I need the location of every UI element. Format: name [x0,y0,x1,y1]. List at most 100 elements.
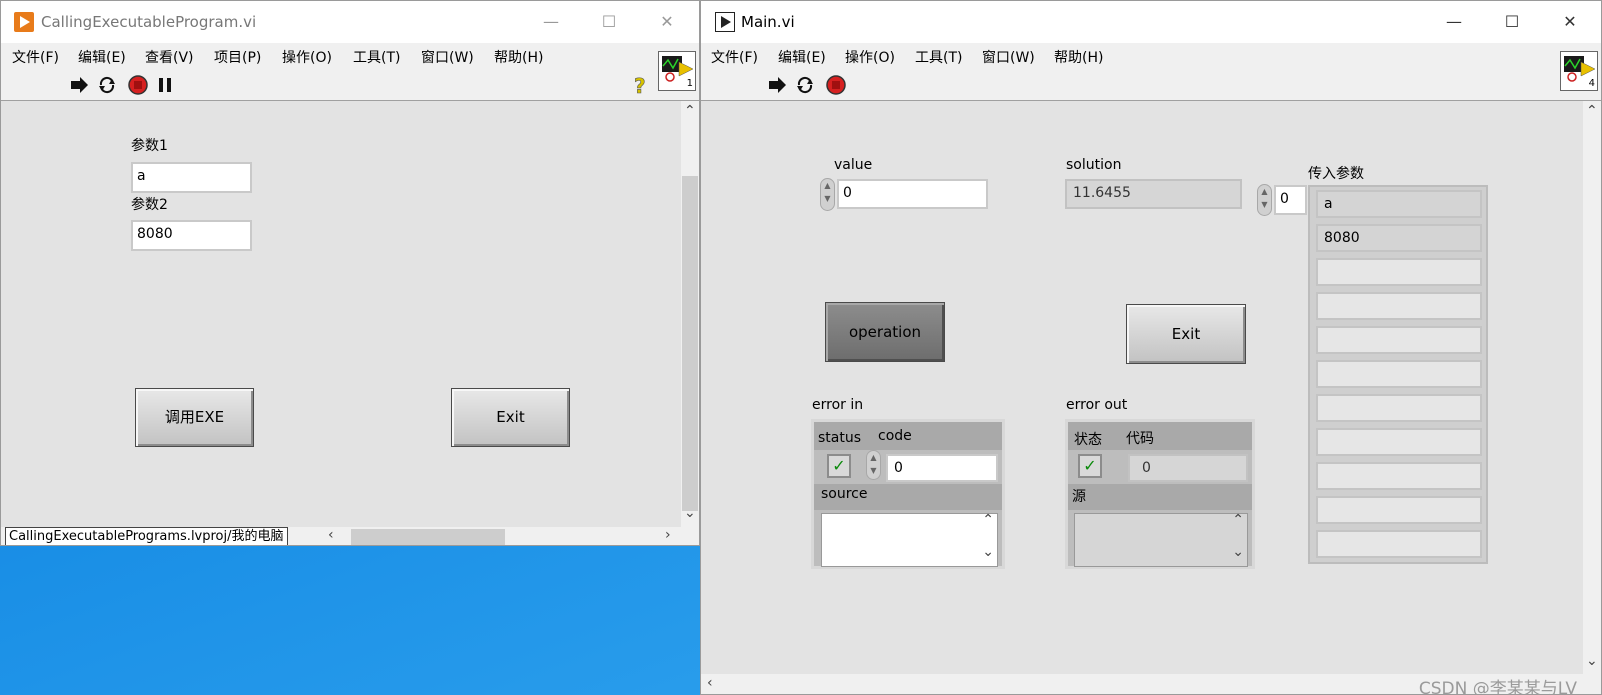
menu-help[interactable]: 帮助(H) [1054,47,1103,67]
error-in-label: error in [812,397,864,413]
array-element[interactable] [1316,292,1482,320]
array-element[interactable] [1316,530,1482,558]
watermark: CSDN @李某某与LV [1418,679,1577,695]
array-element[interactable] [1316,258,1482,286]
run-arrow-icon[interactable] [69,75,89,95]
solution-label: solution [1066,157,1122,173]
array-element[interactable] [1316,496,1482,524]
close-button[interactable]: ✕ [1548,7,1592,37]
array-element[interactable]: a [1316,190,1482,218]
value-increment-decrement[interactable]: ▲ ▼ [820,178,835,211]
toolbar [701,69,1601,101]
param1-input[interactable]: a [131,162,252,193]
vi-connector-icon[interactable]: 4 [1560,51,1598,91]
scroll-down-icon[interactable]: ⌄ [982,544,994,560]
maximize-button[interactable]: ☐ [587,7,631,37]
menu-tools[interactable]: 工具(T) [915,47,962,67]
scroll-up-icon[interactable]: ⌃ [684,103,696,119]
array-index-input[interactable]: 0 [1274,185,1307,215]
error-in-code-label: code [878,428,912,444]
menu-project[interactable]: 项目(P) [214,47,261,67]
error-out-cluster: 状态 代码 ✓ 0 源 ⌃ ⌄ [1065,419,1255,569]
scroll-up-icon[interactable]: ⌃ [1232,512,1244,528]
scroll-down-icon[interactable]: ⌄ [684,505,696,521]
menu-file[interactable]: 文件(F) [12,47,59,67]
error-out-source-header [1068,484,1252,510]
param2-label: 参数2 [131,197,168,213]
menu-edit[interactable]: 编辑(E) [78,47,126,67]
window-title: Main.vi [741,13,795,31]
exit-button[interactable]: Exit [1126,304,1246,364]
scroll-down-icon[interactable]: ⌄ [1586,653,1598,669]
array-element[interactable] [1316,360,1482,388]
title-bar[interactable]: CallingExecutableProgram.vi — ☐ ✕ [1,1,699,43]
labview-vi-icon [715,12,735,32]
array-index-stepper[interactable]: ▲ ▼ [1257,184,1272,216]
value-input[interactable]: 0 [837,179,988,209]
title-bar[interactable]: Main.vi — ☐ ✕ [701,1,1601,43]
run-continuously-icon[interactable] [795,75,815,95]
error-in-source-textbox[interactable]: ⌃ ⌄ [821,512,998,567]
menu-bar: 文件(F) 编辑(E) 操作(O) 工具(T) 窗口(W) 帮助(H) [701,43,1601,70]
error-out-source-label: 源 [1072,489,1086,505]
array-element[interactable] [1316,428,1482,456]
menu-tools[interactable]: 工具(T) [353,47,400,67]
status-bar: CallingExecutablePrograms.lvproj/我的电脑 ‹ … [1,527,699,545]
minimize-button[interactable]: — [529,7,573,37]
close-button[interactable]: ✕ [645,7,689,37]
menu-view[interactable]: 查看(V) [145,47,194,67]
error-out-code-indicator: 0 [1128,454,1248,482]
scroll-down-icon[interactable]: ⌄ [1232,544,1244,560]
array-element[interactable] [1316,462,1482,490]
error-in-code-input[interactable]: 0 [886,454,998,482]
abort-icon[interactable] [128,75,148,95]
exit-button[interactable]: Exit [451,388,570,447]
array-label: 传入参数 [1308,166,1364,182]
array-element[interactable] [1316,394,1482,422]
array-element[interactable]: 8080 [1316,224,1482,252]
scroll-thumb[interactable] [682,176,698,511]
maximize-button[interactable]: ☐ [1490,7,1534,37]
menu-help[interactable]: 帮助(H) [494,47,543,67]
help-icon[interactable]: ? [630,75,650,95]
menu-window[interactable]: 窗口(W) [982,47,1035,67]
vi-connector-icon[interactable]: 1 [658,51,696,91]
vertical-scrollbar[interactable]: ⌃ ⌄ [681,101,699,527]
pause-icon[interactable] [155,75,175,95]
scroll-up-icon[interactable]: ⌃ [1586,103,1598,119]
scroll-left-icon[interactable]: ‹ [707,675,713,691]
labview-vi-icon [14,12,34,32]
menu-operate[interactable]: 操作(O) [845,47,895,67]
toolbar: ? [1,69,699,101]
array-element[interactable] [1316,326,1482,354]
vertical-scrollbar[interactable]: ⌃ ⌄ [1583,101,1601,674]
error-out-source-textbox: ⌃ ⌄ [1074,512,1248,567]
svg-text:?: ? [634,75,646,95]
menu-operate[interactable]: 操作(O) [282,47,332,67]
error-in-status-checkbox[interactable]: ✓ [827,454,851,478]
error-in-source-label: source [821,486,868,502]
scroll-left-icon[interactable]: ‹ [328,527,334,543]
menu-edit[interactable]: 编辑(E) [778,47,826,67]
error-out-code-label: 代码 [1126,431,1154,447]
menu-window[interactable]: 窗口(W) [421,47,474,67]
minimize-button[interactable]: — [1432,7,1476,37]
error-in-code-stepper[interactable]: ▲ ▼ [866,450,881,480]
error-out-label: error out [1066,397,1128,413]
run-arrow-icon[interactable] [767,75,787,95]
window-title: CallingExecutableProgram.vi [41,13,257,31]
main-vi-window: Main.vi — ☐ ✕ 文件(F) 编辑(E) 操作(O) 工具(T) 窗口… [700,0,1602,695]
menu-bar: 文件(F) 编辑(E) 查看(V) 项目(P) 操作(O) 工具(T) 窗口(W… [1,43,699,70]
operation-button[interactable]: operation [825,302,945,362]
run-continuously-icon[interactable] [97,75,117,95]
menu-file[interactable]: 文件(F) [711,47,758,67]
call-exe-button[interactable]: 调用EXE [135,388,254,447]
abort-icon[interactable] [826,75,846,95]
param2-input[interactable]: 8080 [131,220,252,251]
scroll-right-icon[interactable]: › [665,527,671,543]
scroll-up-icon[interactable]: ⌃ [982,512,994,528]
solution-indicator: 11.6455 [1065,179,1242,209]
calling-exe-window: CallingExecutableProgram.vi — ☐ ✕ 文件(F) … [0,0,700,546]
horizontal-scroll-thumb[interactable] [351,529,505,545]
horizontal-scrollbar[interactable]: ‹ CSDN @李某某与LV [701,674,1601,695]
